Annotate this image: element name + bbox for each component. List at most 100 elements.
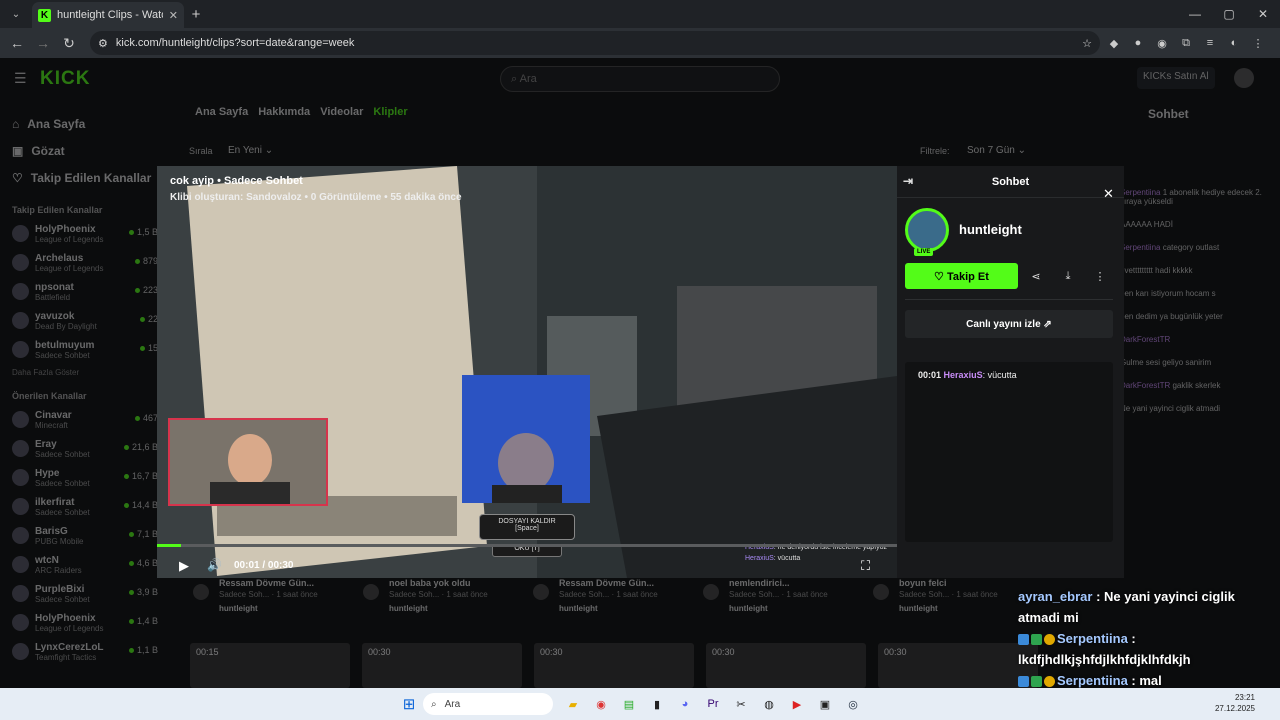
sidebar-channel[interactable]: PurpleBixi Sadece Sohbet 3,9 B (0, 579, 168, 608)
sidebar-channel[interactable]: Eray Sadece Sohbet 21,6 B (0, 434, 168, 463)
fullscreen-icon[interactable]: ⛶ (861, 558, 870, 574)
site-info-icon[interactable]: ⚙ (98, 37, 108, 50)
sidebar-item-home[interactable]: ⌂ Ana Sayfa (12, 110, 156, 137)
extension-icon[interactable]: ● (1128, 33, 1148, 53)
extension-icon[interactable]: ◆ (1104, 33, 1124, 53)
clip-card-channel[interactable]: huntleight (559, 604, 695, 613)
back-arrow-icon[interactable]: ← (6, 32, 28, 54)
collapse-chat-icon[interactable]: ⇥ (903, 174, 913, 188)
sidebar-channel[interactable]: npsonat Battlefield 223 (0, 277, 168, 306)
clip-thumbnail[interactable]: 00:30 (706, 643, 866, 688)
chat-username[interactable]: DarkForestTR (1120, 381, 1170, 390)
watch-live-button[interactable]: Canlı yayını izle ⇗ (905, 310, 1113, 338)
streamer-name[interactable]: huntleight (959, 222, 1022, 237)
sidebar-channel[interactable]: wtcN ARC Raiders 4,6 B (0, 550, 168, 579)
reload-icon[interactable]: ↻ (58, 32, 80, 54)
browser-menu-icon[interactable]: ⋮ (1248, 33, 1268, 53)
chrome-icon[interactable]: ◉ (590, 693, 612, 715)
tab-home[interactable]: Ana Sayfa (195, 106, 248, 118)
steam-icon[interactable]: ◎ (842, 693, 864, 715)
clip-thumbnail[interactable]: 00:30 (534, 643, 694, 688)
tab-videos[interactable]: Videolar (320, 106, 363, 118)
clip-card[interactable]: boyun felci Sadece Soh... · 1 saat önce hu… (865, 578, 1035, 628)
browser-tab-active[interactable]: K huntleight Clips - Watch Live o ✕ (32, 2, 184, 28)
sidebar-item-following[interactable]: ♡ Takip Edilen Kanallar (12, 164, 156, 191)
forward-arrow-icon[interactable]: → (32, 32, 54, 54)
taskbar-search[interactable]: ⌕ Ara (423, 693, 553, 715)
show-more-link[interactable]: Daha Fazla Göster (0, 364, 168, 385)
message-user[interactable]: HeraxiuS (944, 370, 983, 380)
sidebar-channel[interactable]: HolyPhoenix League of Legends 1,4 B (0, 608, 168, 637)
extensions-puzzle-icon[interactable]: ⧉ (1176, 33, 1196, 53)
kicks-buy-button[interactable]: KICKs Satın Al (1137, 67, 1215, 89)
chat-username[interactable]: Serpentiina (1120, 188, 1160, 197)
tab-search-icon[interactable]: ⌄ (4, 2, 28, 26)
epic-games-icon[interactable]: ▣ (814, 693, 836, 715)
app-icon[interactable]: ▶ (786, 693, 808, 715)
clip-card[interactable]: Ressam Dövme Gün... Sadece Soh... · 1 saa… (185, 578, 355, 628)
minimize-button[interactable]: — (1178, 7, 1212, 21)
menu-icon[interactable]: ☰ (14, 70, 27, 87)
user-avatar[interactable] (1234, 68, 1254, 88)
sidebar-channel[interactable]: Archelaus League of Legends 879 (0, 248, 168, 277)
sidebar-channel[interactable]: yavuzok Dead By Daylight 22 (0, 306, 168, 335)
sort-dropdown[interactable]: En Yeni ⌄ (228, 145, 273, 156)
system-clock[interactable]: 23:21 27.12.2025 (1215, 692, 1255, 714)
new-tab-button[interactable]: + (184, 6, 208, 23)
download-icon[interactable]: ⤓ (1055, 263, 1081, 289)
chat-title-bg: Sohbet (1148, 107, 1189, 121)
share-icon[interactable]: ⋖ (1023, 263, 1049, 289)
sidebar-channel[interactable]: BarisG PUBG Mobile 7,1 B (0, 521, 168, 550)
filter-dropdown[interactable]: Son 7 Gün ⌄ (967, 145, 1026, 156)
sidebar-channel[interactable]: Cinavar Minecraft 467 (0, 405, 168, 434)
sidebar-channel[interactable]: Hype Sadece Sohbet 16,7 B (0, 463, 168, 492)
clip-video-player[interactable]: cok ayip • Sadece Sohbet Klibi oluşturan… (157, 166, 897, 578)
streamer-avatar[interactable] (905, 208, 949, 252)
premiere-icon[interactable]: Pr (702, 693, 724, 715)
clip-card-channel[interactable]: huntleight (729, 604, 865, 613)
sidebar-channel[interactable]: HolyPhoenix League of Legends 1,5 B (0, 219, 168, 248)
clip-thumbnail[interactable]: 00:30 (362, 643, 522, 688)
chat-username[interactable]: Serpentiina (1120, 243, 1160, 252)
tab-about[interactable]: Hakkımda (258, 106, 310, 118)
app-icon[interactable]: ▮ (646, 693, 668, 715)
modal-close-icon[interactable]: ✕ (1103, 186, 1114, 202)
sidebar-item-browse[interactable]: ▣ Gözat (12, 137, 156, 164)
sidebar-channel[interactable]: LynxCerezLoL Teamfight Tactics 1,1 B (0, 637, 168, 666)
kick-logo[interactable]: KICK (40, 68, 90, 90)
more-options-icon[interactable]: ⋮ (1087, 263, 1113, 289)
bookmark-star-icon[interactable]: ☆ (1082, 37, 1092, 50)
clip-card-channel[interactable]: huntleight (219, 604, 355, 613)
follow-button[interactable]: ♡ Takip Et (905, 263, 1018, 289)
discord-icon[interactable]: ◕ (674, 693, 696, 715)
app-icon[interactable]: ▤ (618, 693, 640, 715)
profile-avatar-icon[interactable]: ◐ (1224, 33, 1244, 53)
channel-name: HolyPhoenix (35, 612, 96, 624)
tab-clips[interactable]: Klipler (373, 106, 407, 118)
file-explorer-icon[interactable]: ▰ (562, 693, 584, 715)
video-progress-bar[interactable] (157, 544, 897, 547)
clip-card-channel[interactable]: huntleight (389, 604, 525, 613)
windows-start-icon[interactable]: ⊞ (398, 693, 420, 715)
channel-category: Minecraft (35, 420, 68, 430)
tab-close-icon[interactable]: ✕ (169, 9, 178, 22)
address-bar[interactable]: ⚙ kick.com/huntleight/clips?sort=date&ra… (90, 31, 1100, 55)
sidebar-channel[interactable]: ilkerfirat Sadece Sohbet 14,4 B (0, 492, 168, 521)
extension-icon[interactable]: ◉ (1152, 33, 1172, 53)
channel-avatar (12, 225, 29, 242)
clip-card[interactable]: nemlendirici... Sadece Soh... · 1 saat ön… (695, 578, 865, 628)
capcut-icon[interactable]: ✂ (730, 693, 752, 715)
volume-icon[interactable]: 🔊 (207, 558, 222, 572)
maximize-button[interactable]: ▢ (1212, 7, 1246, 21)
window-close-button[interactable]: ✕ (1246, 7, 1280, 21)
app-icon[interactable]: ◍ (758, 693, 780, 715)
chat-username[interactable]: DarkForestTR (1120, 335, 1170, 344)
clip-card[interactable]: Ressam Dövme Gün... Sadece Soh... · 1 saa… (525, 578, 695, 628)
play-icon[interactable]: ▶ (179, 558, 189, 574)
clip-card[interactable]: noel baba yok oldu Sadece Soh... · 1 saat… (355, 578, 525, 628)
clip-duration: 00:30 (884, 647, 907, 657)
sidebar-channel[interactable]: betulmuyum Sadece Sohbet 15 (0, 335, 168, 364)
reading-list-icon[interactable]: ≡ (1200, 33, 1220, 53)
clip-thumbnail[interactable]: 00:15 (190, 643, 350, 688)
search-input[interactable]: ⌕ Ara (500, 66, 780, 92)
